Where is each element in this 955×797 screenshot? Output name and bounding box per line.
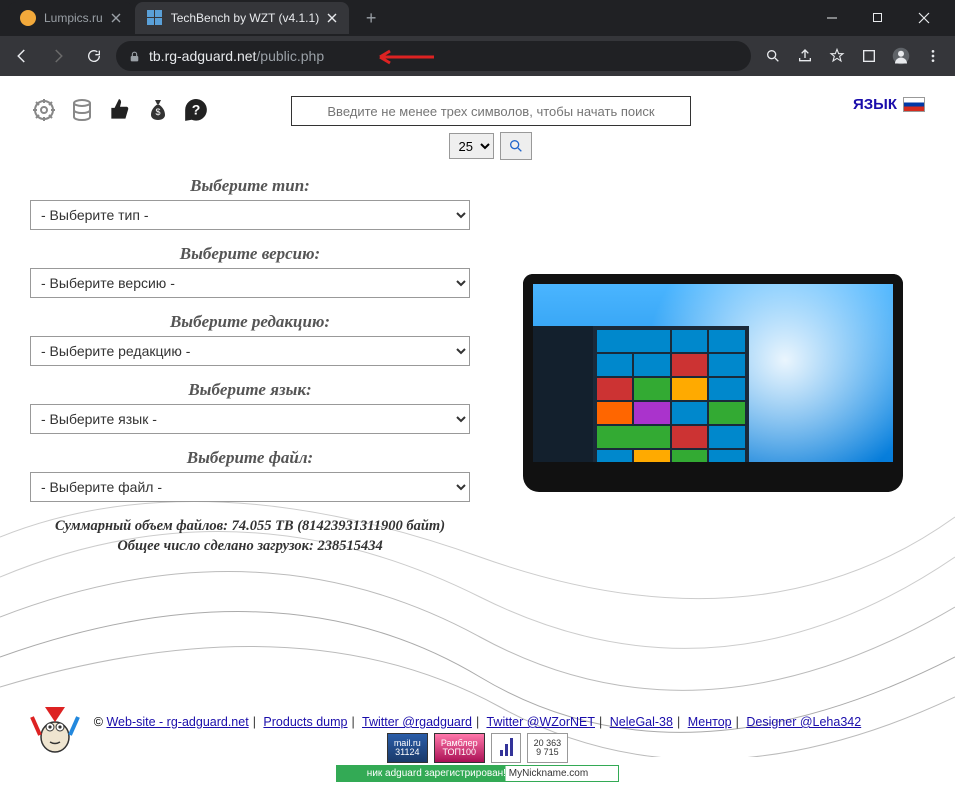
svg-text:?: ? [192,101,201,117]
badge-rambler[interactable]: РамблерТОП100 [434,733,485,763]
lang-select-label: Выберите язык: [30,380,470,400]
language-switcher[interactable]: ЯЗЫК [853,96,925,113]
favicon-techbench [147,10,163,26]
edition-label: Выберите редакцию: [30,312,470,332]
tab-title: Lumpics.ru [44,11,103,25]
footer-link[interactable]: Products dump [263,715,347,729]
version-label: Выберите версию: [30,244,470,264]
close-icon[interactable] [327,13,337,23]
edition-select[interactable]: - Выберите редакцию - [30,336,470,366]
badge-mailru[interactable]: mail.ru31124 [387,733,428,763]
footer-links: © Web-site - rg-adguard.net| Products du… [0,715,955,729]
laptop-illustration [500,170,925,557]
settings-icon[interactable] [30,96,58,124]
type-select[interactable]: - Выберите тип - [30,200,470,230]
badge-counter[interactable]: 20 3639 715 [527,733,569,763]
extensions-icon[interactable] [855,42,883,70]
language-label: ЯЗЫК [853,96,897,113]
footer-link[interactable]: NeleGal-38 [610,715,673,729]
close-icon[interactable] [111,13,121,23]
svg-text:$: $ [155,107,160,117]
search-area: 25 [291,96,691,160]
footer-badges: mail.ru31124 РамблерТОП100 20 3639 715 [0,733,955,763]
zoom-icon[interactable] [759,42,787,70]
search-count-select[interactable]: 25 [449,133,494,159]
nickname-badge[interactable]: ник adguard зарегистрирован! MyNickname.… [336,765,619,782]
type-label: Выберите тип: [30,176,470,196]
page-content: $ ? 25 ЯЗЫК Выберите тип: - Выберите тип [0,76,955,797]
database-icon[interactable] [68,96,96,124]
back-button[interactable] [8,42,36,70]
close-window-button[interactable] [901,2,947,34]
address-bar[interactable]: tb.rg-adguard.net/public.php [116,41,751,71]
window-controls [809,2,947,34]
footer-link[interactable]: Twitter @WZorNET [486,715,595,729]
favicon-lumpics [20,10,36,26]
share-icon[interactable] [791,42,819,70]
maximize-button[interactable] [855,2,901,34]
search-button[interactable] [500,132,532,160]
lock-icon [128,50,141,63]
flag-ru-icon [903,97,925,112]
selector-column: Выберите тип: - Выберите тип - Выберите … [30,170,470,557]
profile-icon[interactable] [887,42,915,70]
footer-link[interactable]: Web-site - rg-adguard.net [106,715,248,729]
footer-link[interactable]: Ментор [688,715,732,729]
tab-title: TechBench by WZT (v4.1.1) [171,11,320,25]
forward-button[interactable] [44,42,72,70]
reload-button[interactable] [80,42,108,70]
help-icon[interactable]: ? [182,96,210,124]
tab-techbench[interactable]: TechBench by WZT (v4.1.1) [135,2,350,34]
bookmark-icon[interactable] [823,42,851,70]
footer-link[interactable]: Designer @Leha342 [746,715,861,729]
file-label: Выберите файл: [30,448,470,468]
mascot-icon [30,697,80,753]
version-select[interactable]: - Выберите версию - [30,268,470,298]
url-text: tb.rg-adguard.net/public.php [149,48,324,64]
lang-select[interactable]: - Выберите язык - [30,404,470,434]
page-footer: © Web-site - rg-adguard.net| Products du… [0,715,955,782]
top-icon-bar: $ ? [30,96,210,124]
search-input[interactable] [291,96,691,126]
minimize-button[interactable] [809,2,855,34]
annotation-arrow [374,49,434,65]
footer-link[interactable]: Twitter @rgadguard [362,715,472,729]
tab-lumpics[interactable]: Lumpics.ru [8,2,133,34]
menu-icon[interactable] [919,42,947,70]
tab-strip: Lumpics.ru TechBench by WZT (v4.1.1) + [0,0,955,36]
thumbsup-icon[interactable] [106,96,134,124]
new-tab-button[interactable]: + [357,4,385,32]
browser-toolbar: tb.rg-adguard.net/public.php [0,36,955,76]
moneybag-icon[interactable]: $ [144,96,172,124]
stats-block: Суммарный объем файлов: 74.055 TB (81423… [30,516,470,557]
browser-chrome: Lumpics.ru TechBench by WZT (v4.1.1) + t… [0,0,955,76]
file-select[interactable]: - Выберите файл - [30,472,470,502]
badge-liveinternet[interactable] [491,733,521,763]
downloads-link[interactable]: 238515434 [317,538,382,554]
